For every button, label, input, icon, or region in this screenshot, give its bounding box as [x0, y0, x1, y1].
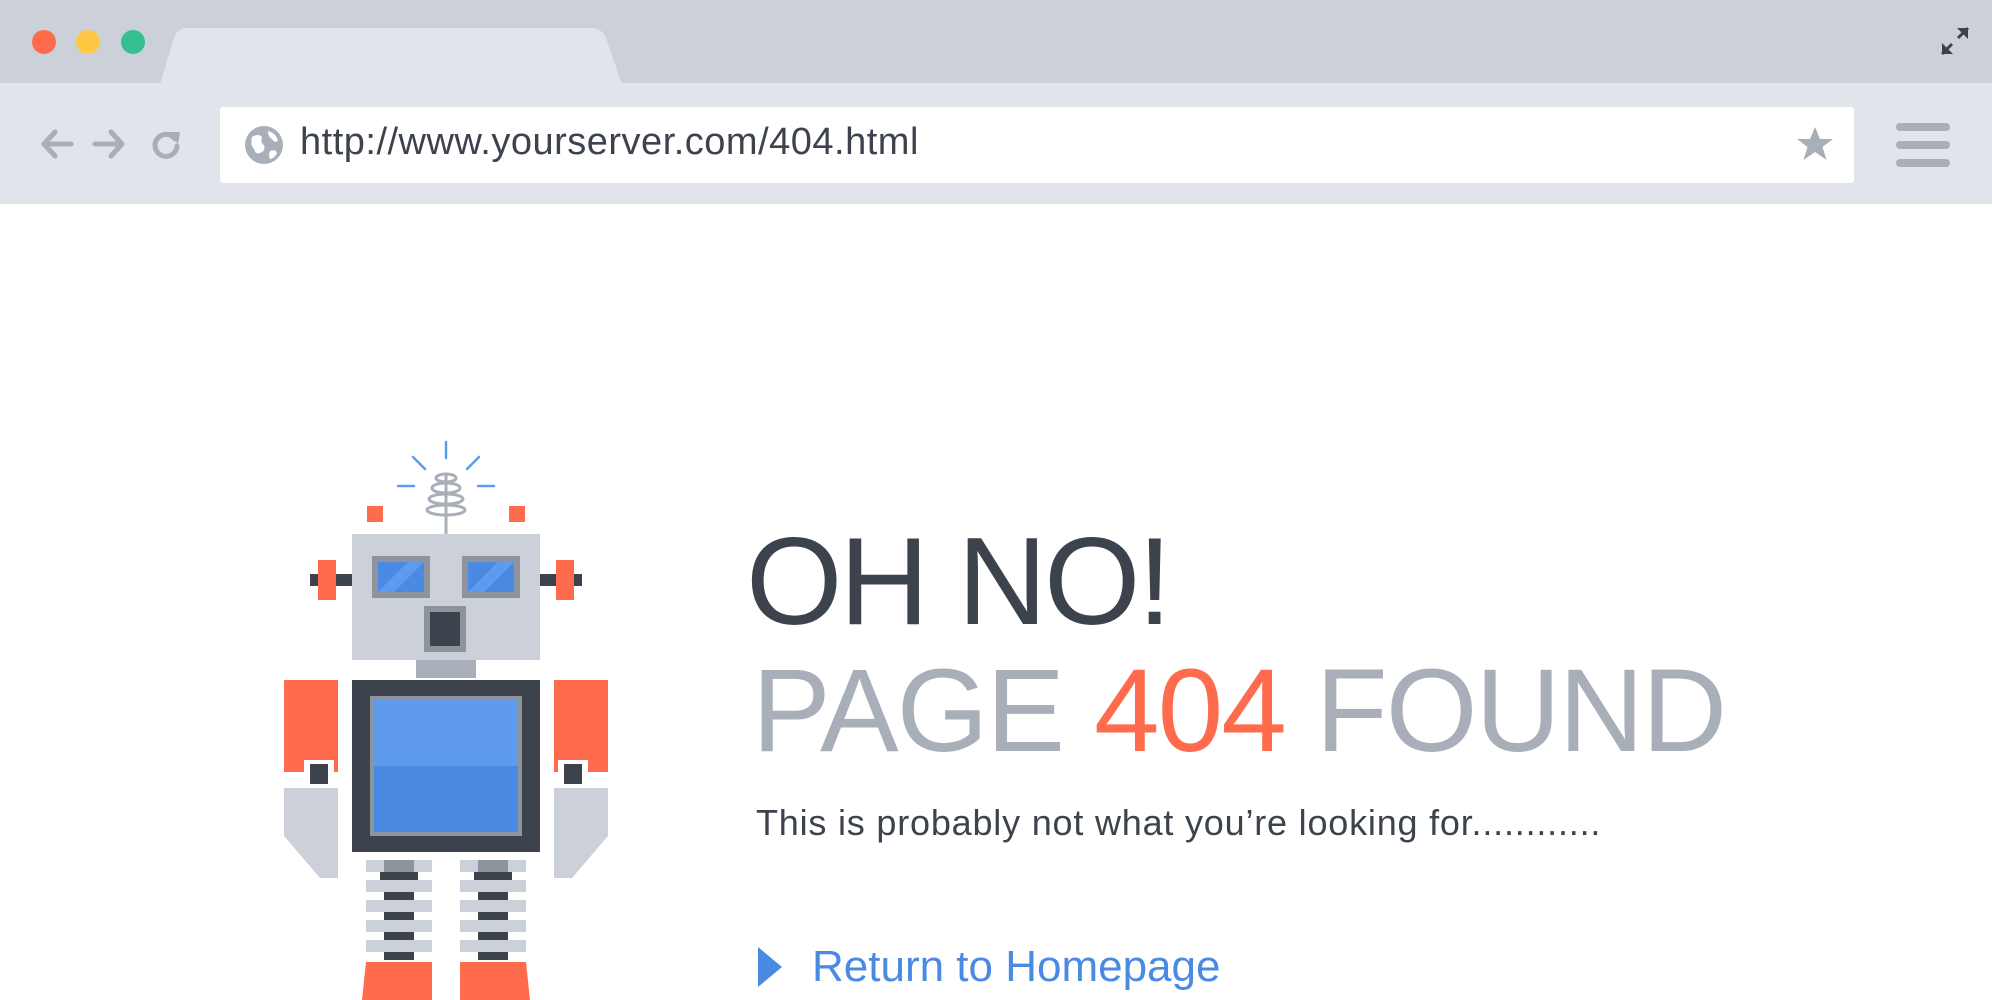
expand-icon[interactable]: [1938, 24, 1972, 58]
arrow-right-icon[interactable]: [92, 128, 126, 160]
error-code: 404: [1093, 645, 1287, 777]
globe-icon: [245, 126, 283, 164]
play-triangle-icon: [758, 947, 782, 987]
close-window-button[interactable]: [32, 30, 56, 54]
address-bar[interactable]: http://www.yourserver.com/404.html: [220, 107, 1854, 183]
error-headline: OH NO!: [746, 513, 1172, 651]
error-subheadline: PAGE 404 FOUND: [752, 652, 1727, 770]
arrow-left-icon[interactable]: [40, 128, 74, 160]
browser-tab[interactable]: [160, 28, 630, 84]
hamburger-menu-icon[interactable]: [1896, 123, 1950, 167]
browser-titlebar: [0, 0, 1992, 84]
minimize-window-button[interactable]: [76, 30, 100, 54]
subheadline-suffix: FOUND: [1284, 645, 1728, 777]
error-description: This is probably not what you’re looking…: [756, 802, 1602, 843]
return-homepage-label[interactable]: Return to Homepage: [812, 942, 1220, 992]
star-icon[interactable]: [1796, 125, 1834, 163]
robot-legs: [366, 860, 526, 960]
subheadline-prefix: PAGE: [752, 645, 1094, 777]
antenna: [425, 472, 467, 534]
robot-illustration: [284, 440, 608, 1000]
reload-icon[interactable]: [150, 128, 182, 160]
return-homepage-link[interactable]: Return to Homepage: [758, 942, 1220, 992]
maximize-window-button[interactable]: [121, 30, 145, 54]
url-text[interactable]: http://www.yourserver.com/404.html: [300, 121, 919, 164]
